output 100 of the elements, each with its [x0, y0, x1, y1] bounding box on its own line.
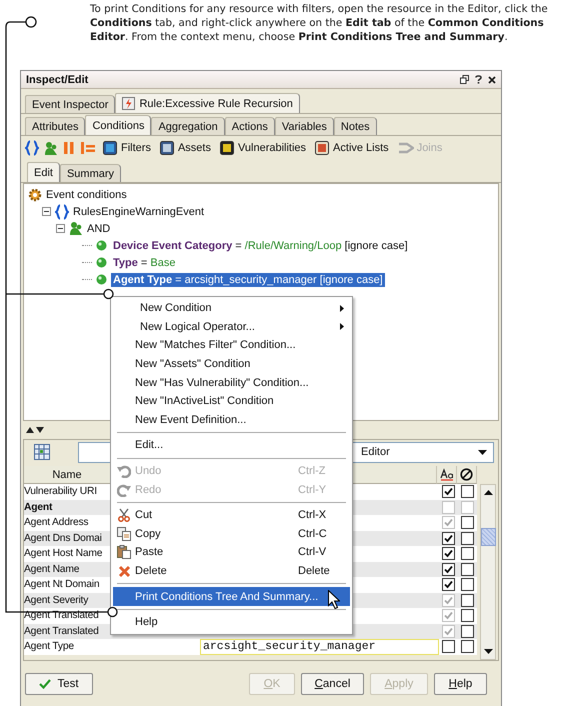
name-cell-text: Vulnerability URI	[24, 485, 98, 499]
checkbox[interactable]	[442, 532, 455, 545]
restore-icon[interactable]	[460, 75, 469, 84]
braces-icon[interactable]	[25, 140, 39, 156]
condition-text[interactable]: Type = Base	[111, 256, 178, 270]
menu-item[interactable]: Help	[113, 612, 350, 632]
toolbar-button[interactable]: Vulnerabilities	[218, 140, 308, 156]
checkbox[interactable]	[442, 485, 455, 498]
close-icon[interactable]	[488, 76, 496, 84]
checkbox[interactable]	[461, 532, 474, 545]
checkbox[interactable]	[442, 547, 455, 560]
expander-icon[interactable]	[56, 224, 65, 233]
column-header[interactable]	[457, 466, 477, 484]
expander-icon[interactable]	[42, 207, 51, 216]
menu-item[interactable]: Paste Ctrl-V	[113, 543, 350, 562]
view-tab[interactable]: Edit	[27, 162, 60, 182]
checkbox[interactable]	[442, 562, 455, 576]
name-cell-text: Agent	[24, 500, 54, 514]
menu-item[interactable]: New Condition	[113, 299, 350, 318]
menu-item[interactable]: New Logical Operator...	[113, 318, 350, 336]
name-cell-text: Agent Type	[24, 640, 75, 654]
checkbox[interactable]	[461, 640, 474, 654]
menu-item[interactable]: New "InActiveList" Condition	[113, 392, 350, 411]
condition-text[interactable]: Device Event Category = /Rule/Warning/Loop [ignore case]	[111, 238, 410, 252]
joins-icon	[398, 141, 414, 155]
scissors-icon	[117, 508, 131, 522]
resource-tab[interactable]: Aggregation	[151, 117, 225, 135]
event-node-label[interactable]: RulesEngineWarningEvent	[73, 206, 204, 218]
name-cell-text: Agent Dns Domai	[24, 532, 103, 546]
name-cell-text: Agent Translated	[24, 624, 100, 638]
clipboard-icon	[117, 545, 131, 560]
checkbox[interactable]	[442, 640, 455, 654]
window-title: Inspect/Edit	[26, 74, 88, 86]
menu-item[interactable]: Print Conditions Tree And Summary...	[113, 587, 350, 606]
resource-tab[interactable]: Conditions	[85, 115, 152, 135]
name-cell-text: Agent Translated	[24, 609, 100, 623]
checkbox[interactable]	[461, 609, 474, 622]
menu-item[interactable]: Delete Delete	[113, 562, 350, 580]
condition-dot-icon	[96, 240, 107, 251]
menu-item[interactable]: New "Assets" Condition	[113, 354, 350, 374]
braces-icon	[55, 204, 69, 220]
resource-tab[interactable]: Actions	[224, 117, 275, 135]
help-icon[interactable]	[475, 75, 482, 84]
checkbox[interactable]	[461, 485, 474, 498]
grid-table-icon[interactable]	[34, 444, 50, 460]
checkbox[interactable]	[461, 578, 474, 592]
name-cell-text: Agent Address	[24, 516, 90, 530]
redo-icon	[117, 482, 131, 497]
submenu-arrow-icon	[340, 323, 344, 330]
instruction-text: To print Conditions for any resource with filters, open the resource in the Editor, click the Conditions tab, and right-click anywhere on the Edit tab of the Common Conditions Editor. From the context menu, choose Print Conditions Tree and Summary.	[90, 2, 549, 44]
name-cell-text: Agent Name	[24, 562, 80, 576]
dialog-button[interactable]: Test	[25, 673, 93, 695]
submenu-arrow-icon	[340, 304, 344, 312]
dialog-button[interactable]: Help	[434, 673, 487, 695]
checkbox[interactable]	[442, 578, 455, 592]
menu-item[interactable]: New "Has Vulnerability" Condition...	[113, 373, 350, 392]
resource-tab[interactable]: Notes	[334, 117, 377, 135]
checkbox[interactable]	[461, 562, 474, 576]
gear-icon	[28, 188, 42, 202]
condition-text[interactable]: Agent Type = arcsight_security_manager [ignore case]	[111, 272, 385, 286]
checkbox[interactable]	[461, 547, 474, 560]
scroll-up-icon[interactable]	[484, 490, 492, 495]
column-header[interactable]	[437, 466, 457, 484]
callout-marker	[25, 16, 37, 28]
menu-item[interactable]: Cut Ctrl-X	[113, 506, 350, 525]
toolbar-button[interactable]: Assets	[158, 140, 213, 156]
prohibited-icon	[460, 468, 473, 481]
toolbar-button[interactable]: Filters	[101, 140, 153, 156]
view-tab[interactable]: Summary	[60, 164, 122, 182]
menu-item[interactable]: New "Matches Filter" Condition...	[113, 336, 350, 355]
copy-icon	[117, 526, 131, 541]
condition-dot-icon	[96, 257, 107, 268]
scroll-thumb[interactable]	[480, 528, 496, 546]
dropdown-arrow-icon	[478, 450, 487, 454]
tree-root-label[interactable]: Event conditions	[46, 188, 127, 200]
resource-tab[interactable]: Attributes	[25, 117, 86, 135]
condition-dot-icon	[96, 274, 107, 285]
name-cell-text: Agent Nt Domain	[24, 578, 100, 592]
resource-tab[interactable]: Variables	[274, 117, 334, 135]
checkmark-icon	[39, 679, 52, 689]
checkbox[interactable]	[461, 624, 474, 638]
undo-icon	[117, 464, 131, 478]
scroll-down-icon[interactable]	[484, 649, 492, 654]
menu-item[interactable]: Copy Ctrl-C	[113, 524, 350, 544]
delete-icon	[118, 564, 130, 578]
menu-item[interactable]: Edit...	[113, 436, 350, 455]
splitter-arrows-icon[interactable]	[25, 426, 45, 434]
editor-tab[interactable]: Rule:Excessive Rule Recursion	[115, 93, 300, 113]
checkbox[interactable]	[461, 516, 474, 530]
menu-item[interactable]: New Event Definition...	[113, 410, 350, 430]
dialog-button[interactable]: Cancel	[301, 673, 364, 695]
mouse-pointer-icon	[328, 590, 340, 610]
name-cell-text: Agent Severity	[24, 594, 90, 608]
checkbox[interactable]	[461, 594, 474, 607]
name-cell-text: Agent Host Name	[24, 547, 104, 561]
value-field[interactable]: arcsight_security_manager	[200, 639, 439, 654]
and-node-label[interactable]: AND	[87, 222, 110, 234]
editor-tab[interactable]: Event Inspector	[25, 95, 116, 113]
toolbar-button[interactable]: Active Lists	[313, 140, 391, 156]
scrollbar[interactable]	[480, 484, 496, 660]
